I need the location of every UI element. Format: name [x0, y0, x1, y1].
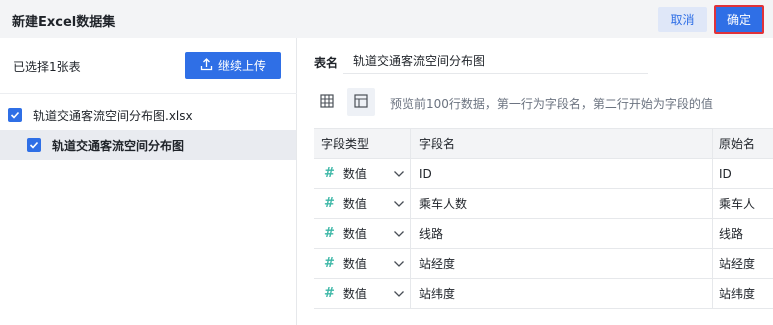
dialog-header: 新建Excel数据集 取消 确定: [0, 0, 773, 38]
original-name-cell: 站经度: [719, 257, 756, 271]
column-header-original: 原始名: [719, 137, 756, 151]
tree-item-file[interactable]: 轨道交通客流空间分布图.xlsx: [0, 100, 296, 130]
number-type-icon: #: [324, 286, 335, 301]
table-name-input[interactable]: [343, 48, 648, 74]
upload-icon: [200, 57, 213, 74]
chevron-down-icon: [394, 291, 404, 297]
file-panel: 已选择1张表 继续上传 轨道交通客流空间分布图.xlsx 轨道交通客流空间分布图: [0, 38, 297, 325]
field-type-value: 数值: [342, 227, 367, 241]
chevron-down-icon: [394, 261, 404, 267]
table-row: # 数值 乘车人数 乘车人: [314, 189, 773, 219]
sheet-name: 轨道交通客流空间分布图: [52, 138, 185, 153]
table-row: # 数值 线路 线路: [314, 219, 773, 249]
tree-item-sheet[interactable]: 轨道交通客流空间分布图: [0, 130, 296, 160]
chevron-down-icon: [394, 171, 404, 177]
checkbox-checked-icon[interactable]: [27, 138, 41, 152]
field-type-value: 数值: [342, 257, 367, 271]
layout-view-button[interactable]: [347, 88, 375, 116]
field-type-value: 数值: [342, 287, 367, 301]
grid-view-icon: [320, 93, 334, 111]
upload-label: 继续上传: [217, 59, 266, 73]
field-table: 字段类型 字段名 原始名 # 数值 ID ID # 数值 乘车人数 乘车人 # …: [314, 128, 773, 309]
confirm-button[interactable]: 确定: [714, 5, 764, 34]
field-type-select[interactable]: # 数值: [314, 249, 411, 278]
file-name: 轨道交通客流空间分布图.xlsx: [33, 108, 193, 123]
layout-view-icon: [354, 93, 368, 111]
preview-panel: 表名 预览前100行数据，第一行为字段名，第二行开始为字段的值 字段类型 字段名…: [298, 38, 773, 325]
table-header-row: 字段类型 字段名 原始名: [314, 129, 773, 159]
chevron-down-icon: [394, 201, 404, 207]
selected-count: 已选择1张表: [13, 60, 81, 74]
number-type-icon: #: [324, 226, 335, 241]
field-type-value: 数值: [342, 197, 367, 211]
field-type-value: 数值: [342, 167, 367, 181]
table-row: # 数值 ID ID: [314, 159, 773, 189]
table-name-label: 表名: [314, 56, 339, 70]
table-row: # 数值 站经度 站经度: [314, 249, 773, 279]
field-name-cell[interactable]: 线路: [411, 219, 713, 248]
original-name-cell: 站纬度: [719, 287, 756, 301]
divider: [0, 93, 297, 94]
field-type-select[interactable]: # 数值: [314, 189, 411, 218]
column-header-name: 字段名: [411, 129, 713, 158]
field-name-cell[interactable]: 站纬度: [411, 279, 713, 308]
table-row: # 数值 站纬度 站纬度: [314, 279, 773, 309]
original-name-cell: ID: [719, 166, 732, 181]
checkbox-checked-icon[interactable]: [8, 108, 22, 122]
number-type-icon: #: [324, 166, 335, 181]
column-header-type: 字段类型: [314, 129, 411, 158]
field-name-cell[interactable]: 乘车人数: [411, 189, 713, 218]
field-name-cell[interactable]: 站经度: [411, 249, 713, 278]
field-type-select[interactable]: # 数值: [314, 159, 411, 188]
preview-hint: 预览前100行数据，第一行为字段名，第二行开始为字段的值: [390, 97, 713, 111]
original-name-cell: 线路: [719, 227, 744, 241]
grid-view-button[interactable]: [313, 88, 341, 116]
number-type-icon: #: [324, 256, 335, 271]
dialog-title: 新建Excel数据集: [12, 15, 116, 30]
number-type-icon: #: [324, 196, 335, 211]
field-name-cell[interactable]: ID: [411, 159, 713, 188]
continue-upload-button[interactable]: 继续上传: [185, 52, 281, 79]
field-type-select[interactable]: # 数值: [314, 279, 411, 308]
cancel-button[interactable]: 取消: [658, 7, 707, 32]
chevron-down-icon: [394, 231, 404, 237]
field-type-select[interactable]: # 数值: [314, 219, 411, 248]
original-name-cell: 乘车人: [719, 197, 756, 211]
